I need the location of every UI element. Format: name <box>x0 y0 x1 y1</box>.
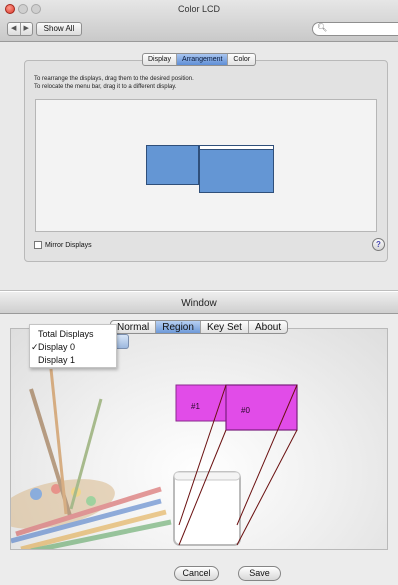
tab-about[interactable]: About <box>247 321 287 333</box>
cancel-button[interactable]: Cancel <box>174 566 219 581</box>
main-display[interactable] <box>199 145 274 193</box>
save-button[interactable]: Save <box>238 566 281 581</box>
display-select-menu: Total Displays ✓ Display 0 Display 1 <box>29 324 117 368</box>
display-arrangement-area <box>35 99 377 232</box>
arrangement-panel: To rearrange the displays, drag them to … <box>24 60 388 262</box>
instruction-rearrange: To rearrange the displays, drag them to … <box>34 76 194 82</box>
tab-normal[interactable]: Normal <box>111 321 155 333</box>
region-label-0: #0 <box>241 406 250 415</box>
search-icon: 🔍︎ <box>317 23 328 32</box>
search-input[interactable]: 🔍︎ <box>312 22 398 36</box>
tab-arrangement[interactable]: Arrangement <box>175 54 228 65</box>
dialog-titlebar: Window <box>0 292 398 314</box>
secondary-display[interactable] <box>146 145 199 185</box>
forward-button[interactable]: ▶ <box>19 23 33 35</box>
color-lcd-preferences-window: Color LCD ◀ ▶ Show All 🔍︎ Display Arrang… <box>0 0 398 291</box>
paint-palette-illustration <box>11 368 172 549</box>
tab-color[interactable]: Color <box>227 54 255 65</box>
help-button[interactable]: ? <box>372 238 385 251</box>
back-button[interactable]: ◀ <box>8 23 20 35</box>
tab-display[interactable]: Display <box>143 54 176 65</box>
mirror-displays-label: Mirror Displays <box>45 241 92 249</box>
mirror-displays-checkbox[interactable] <box>34 241 42 249</box>
menu-item-label: Total Displays <box>38 329 94 339</box>
checkmark-icon: ✓ <box>31 342 39 352</box>
show-all-button[interactable]: Show All <box>36 22 82 36</box>
tab-key-set[interactable]: Key Set <box>199 321 248 333</box>
tab-region[interactable]: Region <box>155 321 200 333</box>
menu-item-label: Display 0 <box>38 342 76 352</box>
window-title: Color LCD <box>177 4 220 14</box>
region-label-1: #1 <box>191 402 200 411</box>
menu-item-display-0[interactable]: ✓ Display 0 <box>30 342 116 352</box>
dialog-title: Window <box>181 298 217 309</box>
region-rect-0[interactable] <box>225 384 298 431</box>
menu-bar-indicator[interactable] <box>200 146 273 150</box>
menu-item-label: Display 1 <box>38 355 76 365</box>
region-dialog-window: Window Normal Region Key Set About #1 #0… <box>0 292 398 585</box>
menu-item-display-1[interactable]: Display 1 <box>30 355 116 365</box>
back-forward-control: ◀ ▶ <box>7 22 33 36</box>
instruction-menubar: To relocate the menu bar, drag it to a d… <box>34 84 177 90</box>
menu-item-total-displays[interactable]: Total Displays <box>30 329 116 339</box>
preferences-toolbar: Color LCD ◀ ▶ Show All 🔍︎ <box>0 0 398 42</box>
mirror-displays-option: Mirror Displays <box>34 241 92 249</box>
dialog-tab-bar: Normal Region Key Set About <box>110 320 289 334</box>
preferences-tab-bar: Display Arrangement Color <box>142 53 257 66</box>
